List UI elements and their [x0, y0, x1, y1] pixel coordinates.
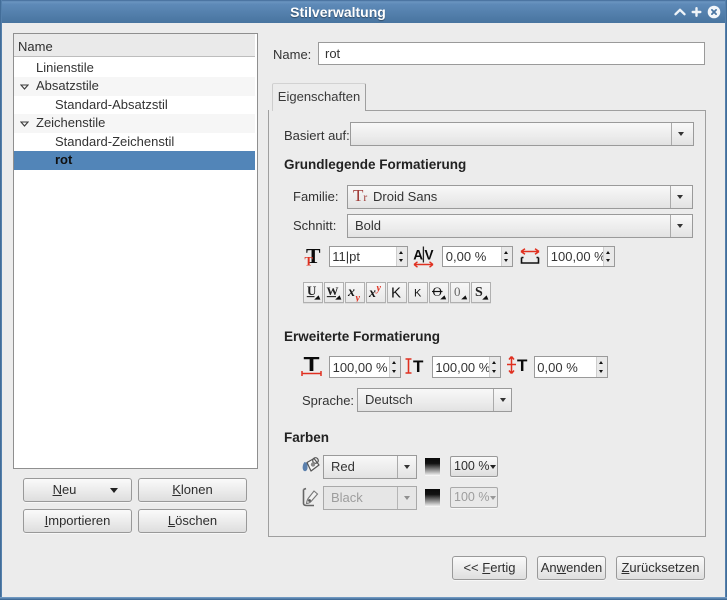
svg-text:x: x [368, 286, 376, 301]
svg-text:W: W [326, 284, 338, 298]
svg-text:K: K [391, 285, 401, 302]
svg-text:K: K [414, 288, 422, 300]
svg-text:y: y [354, 293, 360, 302]
svg-text:T: T [305, 255, 314, 267]
svg-text:T: T [517, 356, 528, 375]
svg-text:A: A [413, 248, 423, 263]
svg-text:S: S [475, 285, 483, 300]
svg-text:y: y [375, 283, 381, 294]
svg-text:V: V [425, 248, 434, 263]
svg-text:0: 0 [454, 284, 461, 299]
svg-text:T: T [413, 357, 424, 375]
svg-text:x: x [347, 285, 355, 300]
svg-text:U: U [307, 283, 317, 298]
